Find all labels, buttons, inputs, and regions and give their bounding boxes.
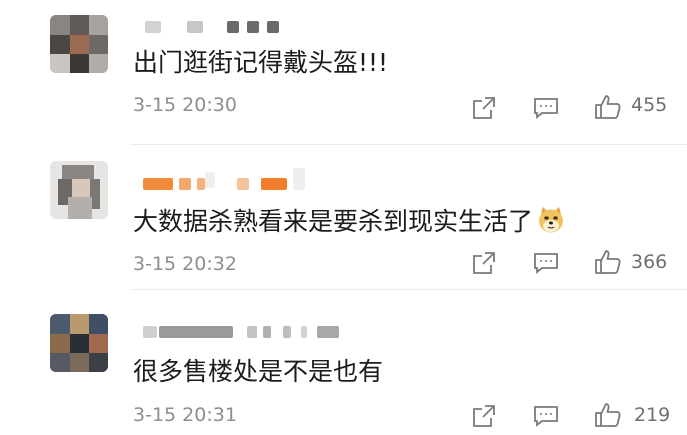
share-icon[interactable] [470, 249, 498, 277]
username-redacted[interactable] [135, 17, 435, 37]
comment-icon[interactable] [531, 249, 561, 277]
comment-text: 大数据杀熟看来是要杀到现实生活了 [133, 205, 565, 239]
comment-time: 3-15 20:31 [133, 404, 237, 426]
comment-icon[interactable] [531, 402, 561, 430]
like-count: 219 [634, 404, 671, 426]
avatar[interactable] [50, 15, 108, 73]
doge-emoji [537, 206, 565, 234]
comment-text: 出门逛街记得戴头盔!!! [133, 48, 389, 77]
comment-text: 很多售楼处是不是也有 [133, 357, 384, 386]
comment-item: 大数据杀熟看来是要杀到现实生活了 3-15 20:32 366 [0, 145, 687, 290]
share-icon[interactable] [470, 402, 498, 430]
avatar[interactable] [50, 314, 108, 372]
comment-icon[interactable] [531, 94, 561, 122]
like-count: 455 [631, 94, 668, 116]
comment-text-content: 大数据杀熟看来是要杀到现实生活了 [133, 207, 534, 236]
avatar[interactable] [50, 161, 108, 219]
like-count: 366 [631, 251, 668, 273]
thumbs-up-icon[interactable] [593, 92, 623, 122]
username-redacted[interactable] [135, 168, 435, 194]
comment-item: 出门逛街记得戴头盔!!! 3-15 20:30 455 [0, 0, 687, 145]
thumbs-up-icon[interactable] [593, 400, 623, 430]
username-redacted[interactable] [135, 322, 435, 342]
comment-item: 很多售楼处是不是也有 3-15 20:31 219 [0, 290, 687, 435]
share-icon[interactable] [470, 94, 498, 122]
comment-time: 3-15 20:30 [133, 94, 237, 116]
thumbs-up-icon[interactable] [593, 247, 623, 277]
comment-time: 3-15 20:32 [133, 253, 237, 275]
